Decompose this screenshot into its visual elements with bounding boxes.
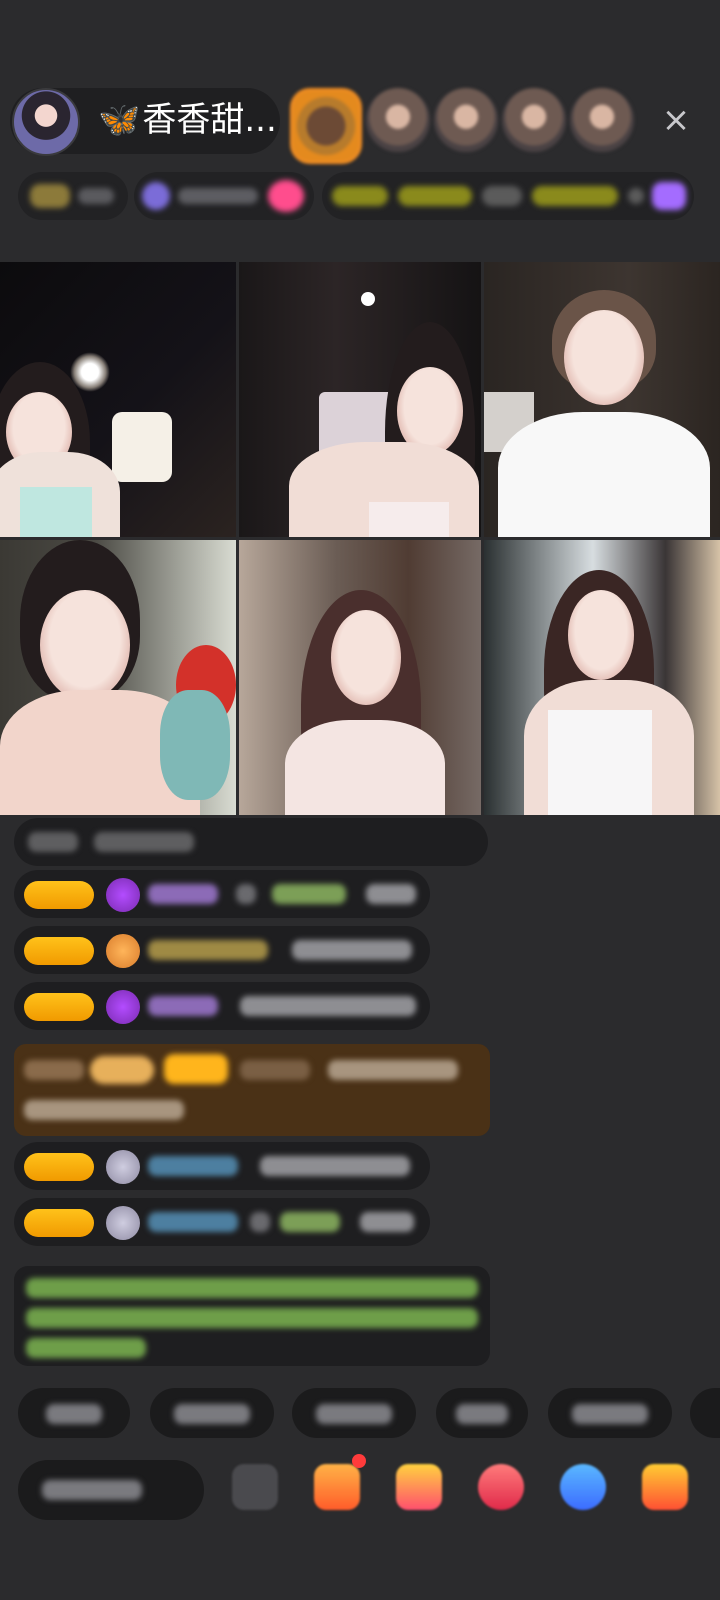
level-badge [24, 1153, 94, 1181]
video-tile[interactable] [239, 540, 481, 815]
chat-message [14, 982, 430, 1030]
gift-icon[interactable] [642, 1464, 688, 1510]
quick-reply-chip[interactable] [292, 1388, 416, 1438]
gift-box-icon[interactable] [396, 1464, 442, 1510]
fan-badge-icon [106, 990, 140, 1024]
level-badge [24, 881, 94, 909]
close-button[interactable]: × [658, 102, 694, 138]
gift-message-card [14, 1044, 490, 1136]
fan-badge-icon [106, 1150, 140, 1184]
host-name-text: 香香甜... [142, 100, 277, 140]
level-badge [24, 1209, 94, 1237]
notification-dot [352, 1454, 366, 1468]
emoji-icon[interactable] [232, 1464, 278, 1510]
viewer-avatar[interactable] [290, 88, 362, 164]
video-tile[interactable] [484, 540, 720, 815]
chat-input[interactable] [18, 1460, 204, 1520]
level-badge [24, 993, 94, 1021]
viewer-avatar[interactable] [434, 88, 498, 152]
chat-message [14, 818, 488, 866]
quick-reply-chip[interactable] [436, 1388, 528, 1438]
chat-message [14, 1142, 430, 1190]
activity-banner[interactable] [322, 172, 694, 220]
butterfly-icon: 🦋 [98, 100, 141, 140]
video-tile[interactable] [0, 540, 236, 815]
level-badge [24, 937, 94, 965]
viewer-avatar[interactable] [366, 88, 430, 152]
system-notice [14, 1266, 490, 1366]
quick-reply-chip[interactable] [690, 1388, 720, 1438]
video-grid [0, 262, 720, 816]
quick-reply-chip[interactable] [150, 1388, 274, 1438]
video-tile[interactable] [0, 262, 236, 537]
task-icon[interactable] [314, 1464, 360, 1510]
chat-message [14, 870, 430, 918]
hourly-rank-badge[interactable] [134, 172, 314, 220]
host-avatar[interactable] [12, 88, 80, 156]
quick-reply-chip[interactable] [18, 1388, 130, 1438]
fan-badge-icon [106, 934, 140, 968]
viewer-avatar[interactable] [502, 88, 566, 152]
close-icon: × [661, 100, 691, 140]
chat-message [14, 1198, 430, 1246]
fan-badge-icon [106, 1206, 140, 1240]
fan-badge-icon [106, 878, 140, 912]
quick-reply-chip[interactable] [548, 1388, 672, 1438]
host-name[interactable]: 🦋香香甜... [98, 100, 277, 140]
heart-gift-icon[interactable] [478, 1464, 524, 1510]
video-tile[interactable] [239, 262, 481, 537]
chat-message [14, 926, 430, 974]
rank-badge[interactable] [18, 172, 128, 220]
video-tile[interactable] [484, 262, 720, 537]
game-icon[interactable] [560, 1464, 606, 1510]
viewer-avatar[interactable] [570, 88, 634, 152]
